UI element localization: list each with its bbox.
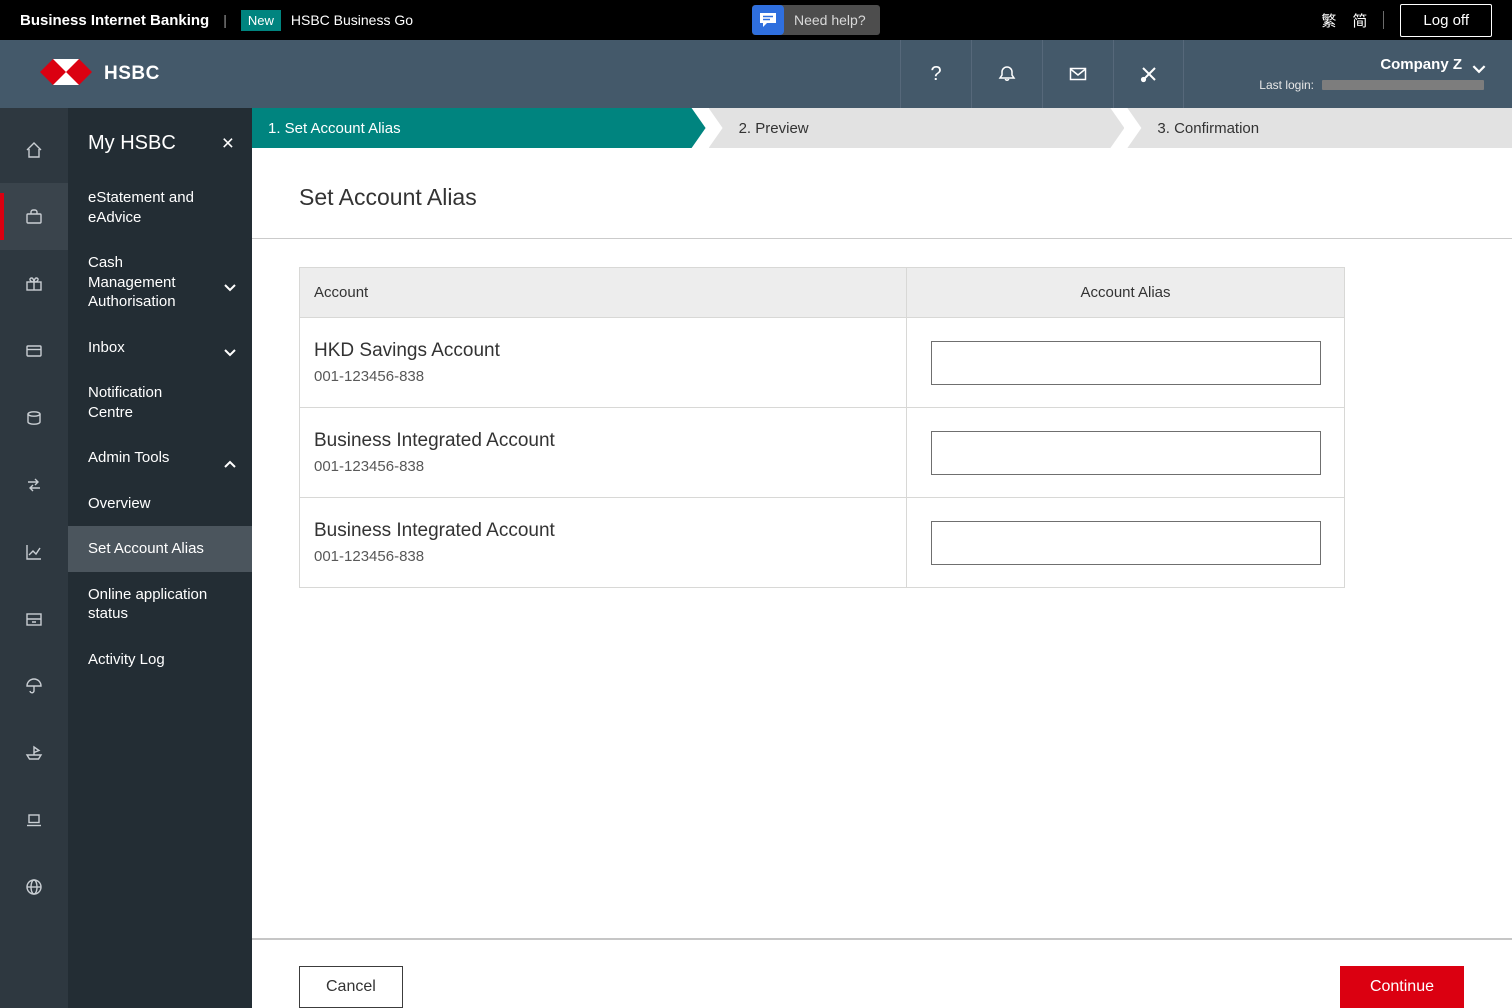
top-bar: Business Internet Banking | New HSBC Bus…	[0, 0, 1512, 40]
nav-rewards-icon[interactable]	[0, 250, 68, 317]
divider: |	[223, 12, 227, 28]
tools-button[interactable]	[1113, 40, 1184, 108]
sidebar-item-notification-centre[interactable]: Notification Centre	[68, 370, 252, 435]
account-alias-input[interactable]	[930, 340, 1321, 385]
help-icon: ?	[930, 62, 942, 85]
nav-trade-icon[interactable]	[0, 719, 68, 786]
header-icons: ?	[900, 40, 1184, 108]
need-help-button[interactable]: Need help?	[752, 5, 880, 35]
step-set-account-alias: 1. Set Account Alias	[252, 108, 706, 148]
sidebar-item-estatement[interactable]: eStatement and eAdvice	[68, 175, 252, 240]
step-preview: 2. Preview	[709, 108, 1125, 148]
table-row: HKD Savings Account 001-123456-838	[299, 317, 1345, 408]
nav-cards-icon[interactable]	[0, 317, 68, 384]
nav-global-icon[interactable]	[0, 853, 68, 920]
chevron-down-icon	[224, 278, 236, 292]
sidebar: My HSBC × eStatement and eAdvice Cash Ma…	[68, 108, 252, 1008]
company-name: Company Z	[1380, 56, 1462, 73]
sidebar-item-cash-management[interactable]: Cash Management Authorisation	[68, 240, 252, 325]
progress-steps: 1. Set Account Alias 2. Preview 3. Confi…	[252, 108, 1512, 148]
brand: HSBC	[0, 40, 900, 108]
hsbc-logo	[40, 58, 92, 90]
lang-traditional[interactable]: 繁	[1321, 10, 1336, 31]
account-alias-input[interactable]	[930, 430, 1321, 475]
footer-actions: Cancel Continue	[252, 938, 1512, 1008]
account-number: 001-123456-838	[314, 458, 425, 475]
company-block: Company Z Last login:	[1184, 40, 1512, 108]
table-row: Business Integrated Account 001-123456-8…	[299, 407, 1345, 498]
sidebar-item-inbox[interactable]: Inbox	[68, 325, 252, 371]
close-icon[interactable]: ×	[222, 133, 234, 154]
last-login-redacted	[1322, 80, 1484, 90]
account-number: 001-123456-838	[314, 548, 425, 565]
chevron-down-icon	[224, 343, 236, 357]
nav-home-icon[interactable]	[0, 116, 68, 183]
last-login-label: Last login:	[1259, 78, 1314, 92]
icon-rail	[0, 108, 68, 1008]
content: 1. Set Account Alias 2. Preview 3. Confi…	[252, 108, 1512, 1008]
sidebar-item-admin-tools[interactable]: Admin Tools	[68, 435, 252, 481]
alias-table: Account Account Alias HKD Savings Accoun…	[299, 267, 1345, 588]
sidebar-item-set-account-alias[interactable]: Set Account Alias	[68, 526, 252, 572]
app-title: Business Internet Banking	[20, 11, 210, 29]
help-button[interactable]: ?	[900, 40, 971, 108]
nav-accounts-icon[interactable]	[0, 183, 68, 250]
nav-deposits-icon[interactable]	[0, 384, 68, 451]
page-title: Set Account Alias	[299, 184, 477, 210]
messages-button[interactable]	[1042, 40, 1113, 108]
nav-devices-icon[interactable]	[0, 786, 68, 853]
header: HSBC ? Company Z Last login:	[0, 40, 1512, 108]
cancel-button[interactable]: Cancel	[299, 966, 403, 1008]
nav-insurance-icon[interactable]	[0, 652, 68, 719]
sidebar-item-online-application-status[interactable]: Online application status	[68, 572, 252, 637]
new-badge: New	[240, 9, 281, 31]
business-go-link[interactable]: HSBC Business Go	[291, 12, 413, 28]
company-selector[interactable]: Company Z	[1380, 56, 1486, 73]
nav-investments-icon[interactable]	[0, 518, 68, 585]
chevron-down-icon	[1472, 61, 1486, 73]
account-alias-input[interactable]	[930, 520, 1321, 565]
column-header-account: Account	[299, 267, 907, 318]
account-name: HKD Savings Account	[314, 340, 500, 361]
notifications-button[interactable]	[971, 40, 1042, 108]
step-confirmation: 3. Confirmation	[1127, 108, 1512, 148]
lang-simplified[interactable]: 简	[1352, 10, 1367, 31]
chat-bubble-icon	[752, 5, 784, 35]
chevron-up-icon	[224, 454, 236, 468]
sidebar-title: My HSBC	[88, 132, 176, 154]
account-name: Business Integrated Account	[314, 430, 555, 451]
divider	[1383, 11, 1385, 29]
table-row: Business Integrated Account 001-123456-8…	[299, 497, 1345, 588]
column-header-account-alias: Account Alias	[906, 267, 1345, 318]
sidebar-item-overview[interactable]: Overview	[68, 481, 252, 527]
nav-services-icon[interactable]	[0, 585, 68, 652]
continue-button[interactable]: Continue	[1339, 966, 1464, 1008]
tools-icon	[1140, 67, 1156, 83]
account-name: Business Integrated Account	[314, 520, 555, 541]
bell-icon	[998, 66, 1016, 81]
envelope-icon	[1069, 67, 1087, 81]
need-help-label: Need help?	[794, 12, 866, 28]
brand-name: HSBC	[104, 63, 160, 84]
nav-transfers-icon[interactable]	[0, 451, 68, 518]
alias-table-wrap: Account Account Alias HKD Savings Accoun…	[299, 267, 1345, 588]
sidebar-item-activity-log[interactable]: Activity Log	[68, 637, 252, 683]
account-number: 001-123456-838	[314, 368, 425, 385]
log-off-button[interactable]: Log off	[1400, 3, 1492, 37]
